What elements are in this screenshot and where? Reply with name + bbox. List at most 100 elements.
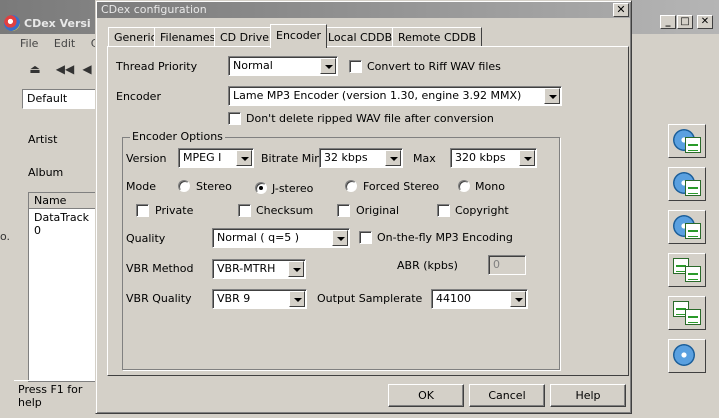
help-button[interactable]: Help [550, 384, 626, 407]
checksum-checkbox[interactable] [238, 204, 251, 217]
chevron-down-icon[interactable] [320, 58, 336, 74]
rip-to-mp3-icon[interactable] [668, 167, 706, 201]
quality-select[interactable]: Normal ( q=5 ) [212, 228, 350, 248]
track-row[interactable]: DataTrack 0 [29, 210, 99, 237]
max-bitrate-label: Max [413, 152, 436, 165]
vbr-method-label: VBR Method [126, 262, 194, 275]
max-bitrate-select[interactable]: 320 kbps [450, 148, 537, 168]
tab-local-cddb[interactable]: Local CDDB [322, 27, 399, 47]
original-label: Original [356, 204, 400, 217]
checksum-label: Checksum [256, 204, 314, 217]
encoder-tab-panel: Thread Priority Normal Convert to Riff W… [107, 46, 629, 376]
chevron-down-icon[interactable] [544, 88, 560, 104]
mode-stereo-label: Stereo [196, 180, 232, 193]
track-list[interactable]: Name DataTrack 0 [28, 192, 100, 382]
chevron-down-icon[interactable] [510, 291, 526, 307]
cdex-configuration-dialog: CDex configuration ✕ Generic Filenames C… [95, 0, 632, 414]
vbr-quality-label: VBR Quality [126, 292, 192, 305]
mode-jstereo-label: J-stereo [272, 182, 314, 195]
convert-wav-icon[interactable] [668, 253, 706, 287]
dont-delete-wav-checkbox[interactable] [228, 112, 241, 125]
version-value: MPEG I [183, 151, 222, 164]
mode-jstereo-radio[interactable] [255, 182, 267, 194]
version-label: Version [126, 152, 167, 165]
vbr-quality-value: VBR 9 [217, 292, 251, 305]
menu-file[interactable]: File [20, 37, 38, 50]
chevron-down-icon[interactable] [236, 150, 252, 166]
dont-delete-wav-label: Don't delete ripped WAV file after conve… [246, 112, 494, 125]
onthefly-checkbox[interactable] [359, 231, 372, 244]
cdex-app-icon [4, 15, 20, 31]
ok-button[interactable]: OK [388, 384, 464, 407]
thread-priority-label: Thread Priority [116, 60, 198, 73]
copyright-checkbox[interactable] [437, 204, 450, 217]
encoder-options-group [122, 137, 560, 370]
encoder-select[interactable]: Lame MP3 Encoder (version 1.30, engine 3… [228, 86, 562, 106]
eject-icon[interactable]: ⏏ [24, 58, 46, 80]
mode-mono-radio[interactable] [458, 180, 470, 192]
close-main-icon[interactable]: ✕ [697, 15, 713, 29]
vbr-method-value: VBR-MTRH [217, 262, 276, 275]
cddb-search-icon[interactable] [668, 339, 706, 373]
encoder-value: Lame MP3 Encoder (version 1.30, engine 3… [233, 89, 522, 102]
version-select[interactable]: MPEG I [178, 148, 254, 168]
tab-encoder[interactable]: Encoder [270, 24, 327, 48]
dialog-title: CDex configuration [101, 3, 207, 16]
vbr-quality-select[interactable]: VBR 9 [212, 289, 307, 309]
rip-to-wav-icon[interactable] [668, 124, 706, 158]
vbr-method-select[interactable]: VBR-MTRH [212, 259, 306, 279]
action-toolbar [650, 115, 715, 385]
artist-label: Artist [28, 133, 58, 146]
close-icon[interactable]: ✕ [613, 3, 629, 17]
mode-forced-stereo-label: Forced Stereo [363, 180, 440, 193]
status-bar: Press F1 for help [14, 380, 104, 409]
private-label: Private [155, 204, 194, 217]
chevron-down-icon[interactable] [332, 230, 348, 246]
convert-riff-checkbox[interactable] [349, 60, 362, 73]
rewind-icon[interactable]: ◀◀ [54, 58, 76, 80]
tab-filenames[interactable]: Filenames [154, 27, 222, 47]
max-bitrate-value: 320 kbps [455, 151, 506, 164]
maximize-icon[interactable]: □ [677, 15, 693, 29]
tab-remote-cddb[interactable]: Remote CDDB [392, 27, 483, 47]
clipped-text: o. [0, 230, 11, 243]
convert-mp3-icon[interactable] [668, 296, 706, 330]
bitrate-min-select[interactable]: 32 kbps [319, 148, 403, 168]
mode-forced-stereo-radio[interactable] [345, 180, 357, 192]
mode-stereo-radio[interactable] [178, 180, 190, 192]
convert-riff-label: Convert to Riff WAV files [367, 60, 501, 73]
chevron-down-icon[interactable] [385, 150, 401, 166]
onthefly-label: On-the-fly MP3 Encoding [377, 231, 513, 244]
original-checkbox[interactable] [337, 204, 350, 217]
copyright-label: Copyright [455, 204, 509, 217]
bitrate-min-value: 32 kbps [324, 151, 368, 164]
quality-value: Normal ( q=5 ) [217, 231, 300, 244]
abr-label: ABR (kpbs) [397, 259, 458, 272]
track-name-header[interactable]: Name [29, 193, 99, 209]
mode-mono-label: Mono [475, 180, 505, 193]
encoder-options-title: Encoder Options [130, 130, 225, 143]
main-window-title: CDex Versi [24, 17, 91, 30]
quality-label: Quality [126, 232, 166, 245]
chevron-down-icon[interactable] [288, 261, 304, 277]
cancel-button[interactable]: Cancel [469, 384, 545, 407]
dialog-title-bar: CDex configuration [97, 2, 630, 18]
thread-priority-value: Normal [233, 59, 273, 72]
profile-combo[interactable]: Default [22, 89, 100, 109]
chevron-down-icon[interactable] [519, 150, 535, 166]
encoder-label: Encoder [116, 90, 161, 103]
thread-priority-select[interactable]: Normal [228, 56, 338, 76]
rip-partial-icon[interactable] [668, 210, 706, 244]
bitrate-min-label: Bitrate Min [261, 152, 322, 165]
tab-cd-drive[interactable]: CD Drive [214, 27, 275, 47]
output-samplerate-select[interactable]: 44100 [431, 289, 528, 309]
minimize-icon[interactable]: _ [660, 15, 676, 29]
output-samplerate-label: Output Samplerate [317, 292, 423, 305]
mode-label: Mode [126, 180, 156, 193]
output-samplerate-value: 44100 [436, 292, 471, 305]
album-label: Album [28, 166, 64, 179]
chevron-down-icon[interactable] [289, 291, 305, 307]
abr-input[interactable]: 0 [488, 255, 526, 275]
menu-edit[interactable]: Edit [54, 37, 75, 50]
private-checkbox[interactable] [136, 204, 149, 217]
